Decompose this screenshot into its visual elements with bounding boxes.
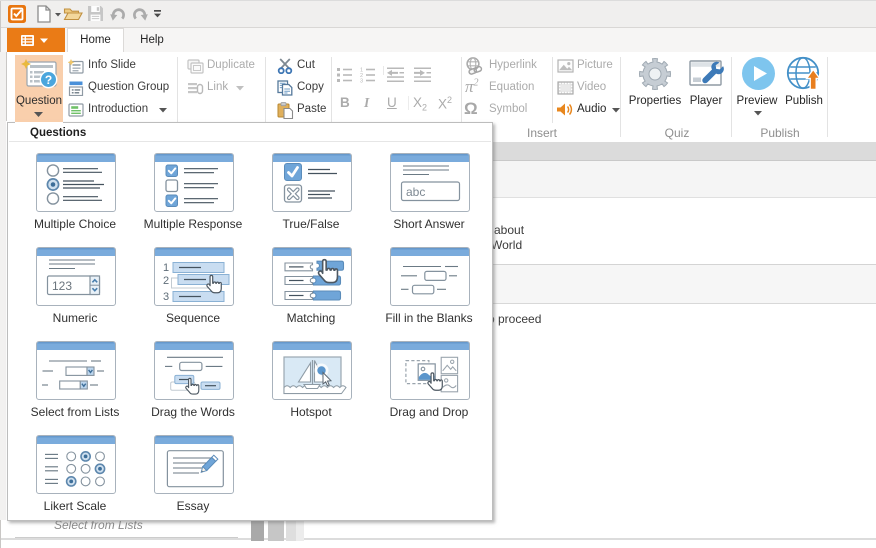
svg-text:3: 3 [163, 291, 169, 303]
svg-text:123: 123 [52, 279, 72, 293]
svg-text:2: 2 [163, 275, 169, 287]
svg-text:1: 1 [163, 262, 169, 274]
svg-text:?: ? [45, 73, 52, 87]
svg-text:abc: abc [406, 185, 425, 199]
svg-text:3: 3 [360, 79, 363, 84]
